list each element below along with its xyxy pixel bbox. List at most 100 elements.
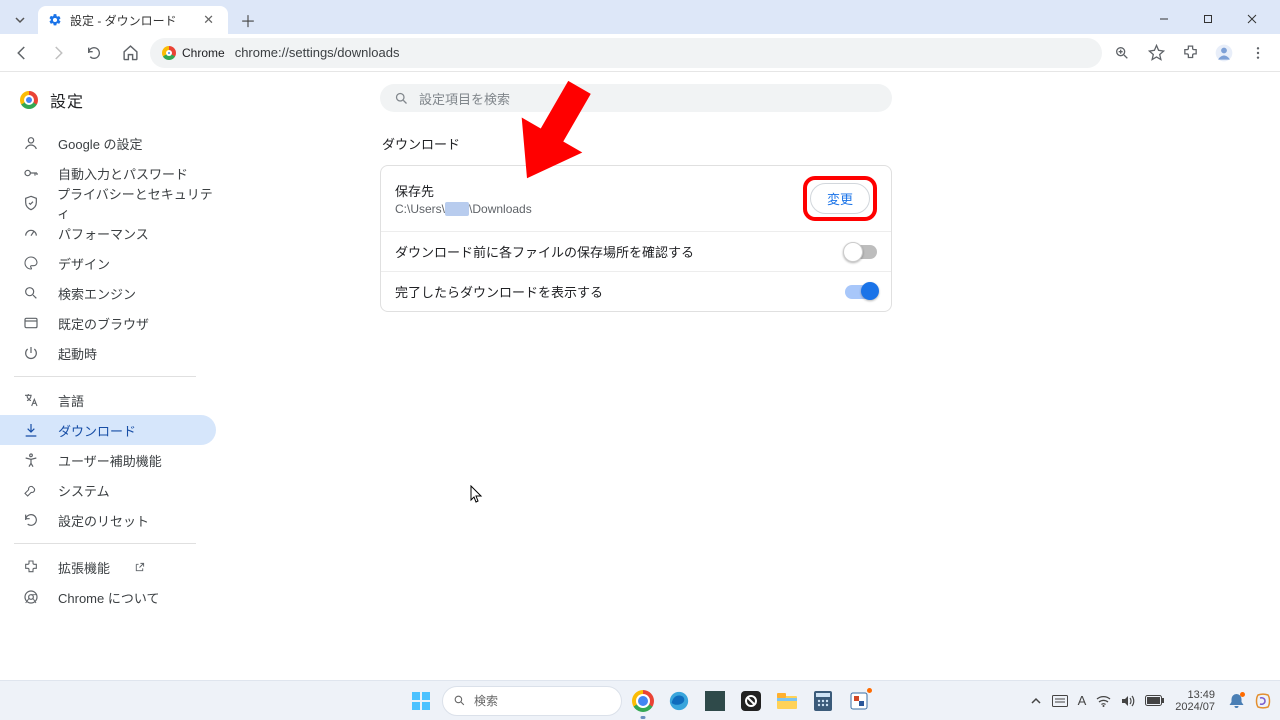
search-icon: [453, 694, 466, 707]
sidebar-item-languages[interactable]: 言語: [0, 385, 216, 415]
tray-copilot-icon[interactable]: [1254, 692, 1272, 710]
url-text: chrome://settings/downloads: [235, 45, 400, 60]
window-minimize-button[interactable]: [1142, 4, 1186, 34]
browser-tab-active[interactable]: 設定 - ダウンロード ✕: [38, 6, 228, 34]
settings-title: 設定: [50, 88, 84, 112]
search-icon: [394, 91, 409, 106]
sidebar-item-reset[interactable]: 設定のリセット: [0, 505, 216, 535]
sidebar-item-label: システム: [58, 481, 110, 500]
show-when-done-toggle[interactable]: [845, 285, 877, 299]
taskbar-app-generic-2[interactable]: [736, 686, 766, 716]
sidebar-item-about-chrome[interactable]: Chrome について: [0, 582, 216, 612]
browser-tab-title: 設定 - ダウンロード: [70, 12, 177, 29]
taskbar-app-calculator[interactable]: [808, 686, 838, 716]
annotation-highlight-box: 変更: [803, 176, 877, 221]
person-icon: [22, 135, 40, 151]
sidebar-item-privacy[interactable]: プライバシーとセキュリティ: [0, 188, 216, 218]
window-close-button[interactable]: [1230, 4, 1274, 34]
tab-close-button[interactable]: ✕: [199, 12, 218, 28]
translate-icon: [22, 392, 40, 408]
change-location-button[interactable]: 変更: [810, 183, 870, 214]
sidebar-item-google[interactable]: Google の設定: [0, 128, 216, 158]
tabs-dropdown-button[interactable]: [6, 6, 34, 34]
settings-search-input[interactable]: 設定項目を検索: [380, 84, 892, 112]
sidebar-item-extensions[interactable]: 拡張機能: [0, 552, 216, 582]
clock-time: 13:49: [1187, 689, 1215, 701]
sidebar-item-performance[interactable]: パフォーマンス: [0, 218, 216, 248]
reload-button[interactable]: [78, 37, 110, 69]
forward-button[interactable]: [42, 37, 74, 69]
sidebar-item-label: 拡張機能: [58, 558, 110, 577]
sidebar-item-label: 設定のリセット: [58, 511, 149, 530]
extensions-icon[interactable]: [1174, 37, 1206, 69]
sidebar-item-label: ユーザー補助機能: [58, 451, 162, 470]
site-chip-label: Chrome: [182, 46, 225, 60]
tray-chevron-icon[interactable]: [1030, 695, 1042, 707]
taskbar-app-chrome[interactable]: [628, 686, 658, 716]
search-icon: [22, 285, 40, 301]
mouse-cursor-icon: [470, 485, 484, 503]
sidebar-item-system[interactable]: システム: [0, 475, 216, 505]
taskbar-app-generic-3[interactable]: [844, 686, 874, 716]
home-button[interactable]: [114, 37, 146, 69]
tray-notifications-icon[interactable]: [1229, 693, 1244, 709]
taskbar-app-explorer[interactable]: [772, 686, 802, 716]
tray-wifi-icon[interactable]: [1096, 695, 1111, 707]
clock-date: 2024/07: [1175, 701, 1215, 713]
key-icon: [22, 165, 40, 181]
sidebar-item-label: 起動時: [58, 344, 97, 363]
address-bar[interactable]: Chrome chrome://settings/downloads: [150, 38, 1102, 68]
tray-keyboard-icon[interactable]: [1052, 695, 1068, 707]
sidebar-item-label: プライバシーとセキュリティ: [57, 184, 216, 222]
download-location-row: 保存先 C:\Users\xxxx\Downloads 変更: [381, 166, 891, 231]
sidebar-item-label: Google の設定: [58, 134, 143, 153]
show-when-done-row[interactable]: 完了したらダウンロードを表示する: [381, 271, 891, 311]
chrome-outline-icon: [22, 589, 40, 605]
taskbar-search-input[interactable]: 検索: [442, 686, 622, 716]
sidebar-item-label: 言語: [58, 391, 84, 410]
accessibility-icon: [22, 452, 40, 468]
browser-window-icon: [22, 315, 40, 331]
tray-battery-icon[interactable]: [1145, 695, 1165, 706]
tray-ime-icon[interactable]: A: [1078, 693, 1087, 708]
sidebar-item-accessibility[interactable]: ユーザー補助機能: [0, 445, 216, 475]
new-tab-button[interactable]: ＋: [234, 6, 262, 34]
sidebar-item-label: ダウンロード: [58, 421, 136, 440]
shield-icon: [22, 195, 39, 211]
sidebar-divider: [14, 376, 196, 377]
browser-toolbar: Chrome chrome://settings/downloads: [0, 34, 1280, 72]
sidebar-item-appearance[interactable]: デザイン: [0, 248, 216, 278]
ask-before-download-toggle[interactable]: [845, 245, 877, 259]
chrome-logo-icon: [20, 91, 38, 109]
sidebar-item-label: 既定のブラウザ: [58, 314, 149, 333]
taskbar-clock[interactable]: 13:49 2024/07: [1175, 689, 1219, 713]
speedometer-icon: [22, 225, 40, 241]
sidebar-item-on-startup[interactable]: 起動時: [0, 338, 216, 368]
show-when-done-label: 完了したらダウンロードを表示する: [395, 282, 845, 301]
sidebar-item-label: Chrome について: [58, 588, 159, 607]
site-chip[interactable]: Chrome: [162, 46, 225, 60]
settings-sidebar: 設定 Google の設定 自動入力とパスワード プライバシーとセキュリティ パ…: [0, 72, 250, 680]
download-icon: [22, 422, 40, 438]
taskbar-app-edge[interactable]: [664, 686, 694, 716]
sidebar-item-default-browser[interactable]: 既定のブラウザ: [0, 308, 216, 338]
sidebar-item-label: 自動入力とパスワード: [58, 164, 188, 183]
window-controls: [1142, 4, 1274, 34]
sidebar-item-downloads[interactable]: ダウンロード: [0, 415, 216, 445]
zoom-icon[interactable]: [1106, 37, 1138, 69]
tray-volume-icon[interactable]: [1121, 695, 1135, 707]
downloads-card: 保存先 C:\Users\xxxx\Downloads 変更 ダウンロード前に各…: [380, 165, 892, 312]
sidebar-item-label: 検索エンジン: [58, 284, 136, 303]
window-maximize-button[interactable]: [1186, 4, 1230, 34]
profile-avatar-icon[interactable]: [1208, 37, 1240, 69]
taskbar-app-generic-1[interactable]: [700, 686, 730, 716]
chrome-logo-icon: [162, 46, 176, 60]
kebab-menu-icon[interactable]: [1242, 37, 1274, 69]
windows-taskbar: 検索 A 13:49 2024/07: [0, 680, 1280, 720]
back-button[interactable]: [6, 37, 38, 69]
ask-before-download-row[interactable]: ダウンロード前に各ファイルの保存場所を確認する: [381, 231, 891, 271]
sidebar-item-search-engine[interactable]: 検索エンジン: [0, 278, 216, 308]
browser-tabstrip: 設定 - ダウンロード ✕ ＋: [0, 0, 1280, 34]
start-button[interactable]: [406, 686, 436, 716]
bookmark-star-icon[interactable]: [1140, 37, 1172, 69]
